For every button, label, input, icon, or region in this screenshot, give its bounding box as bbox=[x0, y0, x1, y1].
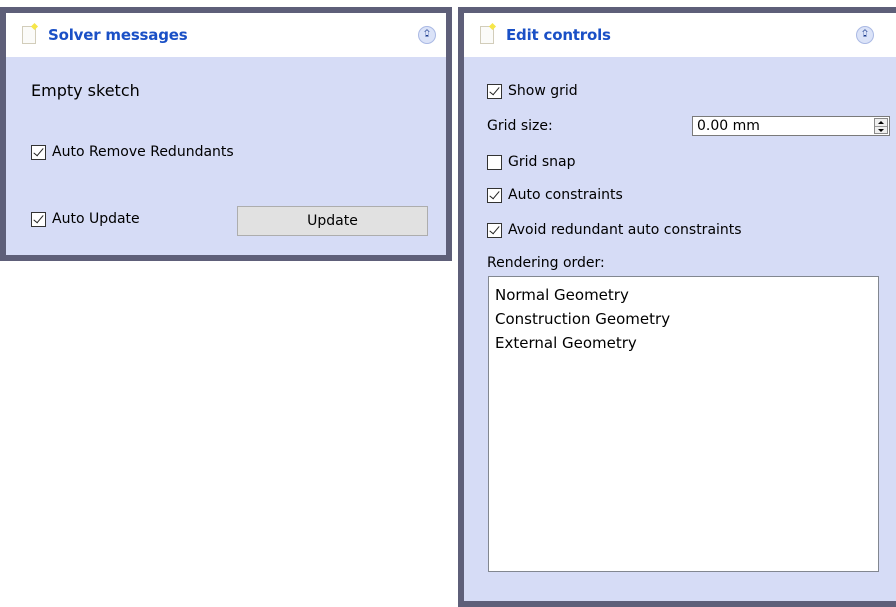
spin-arrows[interactable] bbox=[874, 118, 888, 134]
spin-up-arrow-icon[interactable] bbox=[875, 119, 887, 127]
solver-messages-header[interactable]: Solver messages ⮸ bbox=[6, 13, 446, 57]
solver-messages-title: Solver messages bbox=[48, 26, 188, 44]
show-grid-label: Show grid bbox=[508, 83, 578, 99]
list-item[interactable]: Normal Geometry bbox=[489, 283, 878, 307]
rendering-order-label: Rendering order: bbox=[487, 255, 605, 271]
rendering-order-list[interactable]: Normal Geometry Construction Geometry Ex… bbox=[488, 276, 879, 572]
grid-snap-checkbox[interactable]: Grid snap bbox=[487, 154, 575, 170]
grid-size-spinbox[interactable] bbox=[692, 116, 890, 136]
edit-controls-title: Edit controls bbox=[506, 26, 611, 44]
list-item[interactable]: Construction Geometry bbox=[489, 307, 878, 331]
auto-constraints-label: Auto constraints bbox=[508, 187, 623, 203]
avoid-redundant-checkbox[interactable]: Avoid redundant auto constraints bbox=[487, 222, 742, 238]
document-icon bbox=[480, 26, 494, 44]
auto-update-box[interactable] bbox=[31, 211, 46, 227]
update-button[interactable]: Update bbox=[237, 206, 428, 236]
auto-remove-redundants-checkbox[interactable]: Auto Remove Redundants bbox=[31, 144, 234, 160]
list-item[interactable]: External Geometry bbox=[489, 331, 878, 355]
auto-remove-redundants-label: Auto Remove Redundants bbox=[52, 144, 234, 160]
show-grid-box[interactable] bbox=[487, 83, 502, 99]
grid-snap-box[interactable] bbox=[487, 154, 502, 170]
grid-size-input[interactable] bbox=[693, 117, 874, 135]
grid-snap-label: Grid snap bbox=[508, 154, 576, 170]
show-grid-checkbox[interactable]: Show grid bbox=[487, 83, 578, 99]
auto-constraints-box[interactable] bbox=[487, 187, 502, 203]
solver-messages-panel: Solver messages ⮸ Empty sketch Auto Remo… bbox=[0, 7, 452, 261]
avoid-redundant-box[interactable] bbox=[487, 222, 502, 238]
edit-controls-panel: Edit controls ⮸ Show grid Grid size: Gri… bbox=[458, 7, 896, 607]
double-chevron-up-icon[interactable]: ⮸ bbox=[856, 26, 874, 44]
spin-down-arrow-icon[interactable] bbox=[875, 127, 887, 134]
grid-size-label: Grid size: bbox=[487, 118, 553, 134]
solver-status-text: Empty sketch bbox=[31, 81, 140, 100]
double-chevron-up-icon[interactable]: ⮸ bbox=[418, 26, 436, 44]
auto-constraints-checkbox[interactable]: Auto constraints bbox=[487, 187, 623, 203]
document-icon bbox=[22, 26, 36, 44]
edit-controls-header[interactable]: Edit controls ⮸ bbox=[464, 13, 896, 57]
avoid-redundant-label: Avoid redundant auto constraints bbox=[508, 222, 742, 238]
auto-remove-redundants-box[interactable] bbox=[31, 144, 46, 160]
auto-update-checkbox[interactable]: Auto Update bbox=[31, 211, 140, 227]
auto-update-label: Auto Update bbox=[52, 211, 140, 227]
